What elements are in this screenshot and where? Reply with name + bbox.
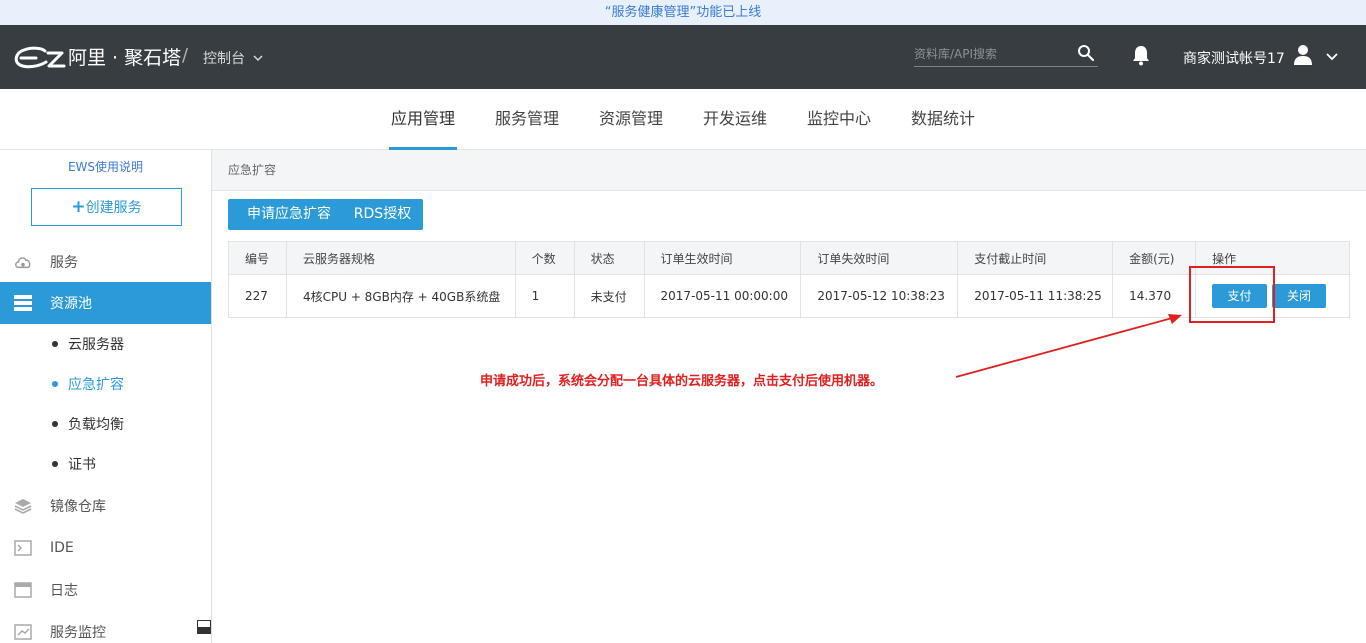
sidebar-subitem-label: 应急扩容 — [68, 377, 124, 393]
tab-resource-management[interactable]: 资源管理 — [597, 89, 665, 150]
account-name[interactable]: 商家测试帐号17 — [1183, 48, 1285, 68]
tab-app-management[interactable]: 应用管理 — [389, 89, 457, 150]
bullet-icon — [52, 461, 58, 467]
search-icon[interactable] — [1077, 44, 1095, 66]
main-content: 应急扩容 申请应急扩容 RDS授权 编号 云服务器规格 个数 状态 订单生效时间… — [212, 150, 1366, 643]
console-label: 控制台 — [203, 51, 245, 67]
user-avatar-icon[interactable] — [1293, 44, 1313, 70]
monitor-icon — [14, 623, 32, 641]
tab-devops[interactable]: 开发运维 — [701, 89, 769, 150]
sidebar: EWS使用说明 +创建服务 服务 资源池 云服务器 应急扩容 负载均衡 证书 镜… — [0, 150, 212, 643]
table-header-row: 编号 云服务器规格 个数 状态 订单生效时间 订单失效时间 支付截止时间 金额(… — [228, 241, 1350, 275]
cell-end-time: 2017-05-12 10:38:23 — [800, 274, 959, 318]
sidebar-item-label: 服务 — [50, 255, 78, 271]
orders-table: 编号 云服务器规格 个数 状态 订单生效时间 订单失效时间 支付截止时间 金额(… — [228, 241, 1350, 318]
sidebar-subitem-cloud-server[interactable]: 云服务器 — [0, 324, 211, 364]
sidebar-item-label: 镜像仓库 — [50, 499, 106, 515]
create-service-label: 创建服务 — [85, 200, 142, 216]
rds-authorize-button[interactable]: RDS授权 — [342, 199, 423, 230]
column-header: 支付截止时间 — [957, 241, 1114, 275]
server-stack-icon — [14, 294, 32, 312]
bullet-icon — [52, 381, 58, 387]
announcement-bar[interactable]: “服务健康管理”功能已上线 — [0, 0, 1366, 25]
sidebar-item-resource-pool[interactable]: 资源池 — [0, 282, 211, 324]
column-header: 订单失效时间 — [800, 241, 959, 275]
sidebar-subitem-certificate[interactable]: 证书 — [0, 444, 211, 484]
brand-separator: / — [182, 45, 189, 66]
terminal-icon — [14, 539, 32, 557]
sidebar-subitem-label: 负载均衡 — [68, 417, 124, 433]
alibaba-logo-icon[interactable] — [12, 44, 66, 72]
search-box — [914, 43, 1098, 67]
sidebar-item-label: 日志 — [50, 583, 78, 599]
plus-icon: + — [71, 197, 86, 217]
search-input[interactable] — [914, 43, 1064, 65]
ews-help-link[interactable]: EWS使用说明 — [0, 158, 211, 175]
sidebar-item-label: 服务监控 — [50, 625, 106, 641]
bullet-icon — [52, 421, 58, 427]
bell-icon[interactable] — [1131, 44, 1151, 70]
sidebar-subitem-emergency-scaling[interactable]: 应急扩容 — [0, 364, 211, 404]
sidebar-item-service-monitor[interactable]: 服务监控 — [0, 611, 211, 643]
console-dropdown[interactable]: 控制台 — [203, 48, 263, 68]
column-header: 编号 — [228, 241, 287, 275]
cloud-icon — [14, 253, 32, 271]
top-bar: 阿里 · 聚石塔 / 控制台 商家测试帐号17 — [0, 25, 1366, 89]
column-header: 金额(元) — [1112, 241, 1197, 275]
log-icon — [14, 581, 32, 599]
column-header: 个数 — [514, 241, 575, 275]
tab-service-management[interactable]: 服务管理 — [493, 89, 561, 150]
create-service-button[interactable]: +创建服务 — [31, 188, 182, 226]
breadcrumb: 应急扩容 — [212, 150, 1366, 191]
annotation-arrow-icon — [950, 308, 1190, 387]
sidebar-item-image-repo[interactable]: 镜像仓库 — [0, 485, 211, 527]
cell-spec: 4核CPU + 8GB内存 + 40GB系统盘 — [285, 274, 516, 318]
cell-id: 227 — [228, 274, 287, 318]
sidebar-subitem-label: 证书 — [68, 457, 96, 473]
highlight-box — [1189, 266, 1275, 323]
bullet-icon — [52, 341, 58, 347]
tab-statistics[interactable]: 数据统计 — [909, 89, 977, 150]
sidebar-item-label: 资源池 — [50, 296, 92, 312]
sidebar-subitem-load-balancer[interactable]: 负载均衡 — [0, 404, 211, 444]
sidebar-item-label: IDE — [50, 540, 74, 556]
cell-start-time: 2017-05-11 00:00:00 — [643, 274, 802, 318]
sidebar-item-service[interactable]: 服务 — [0, 241, 211, 283]
brand-title[interactable]: 阿里 · 聚石塔 — [68, 43, 181, 70]
column-header: 云服务器规格 — [285, 241, 516, 275]
sidebar-item-logs[interactable]: 日志 — [0, 569, 211, 611]
cell-status: 未支付 — [573, 274, 645, 318]
sidebar-subitem-label: 云服务器 — [68, 337, 124, 353]
column-header: 状态 — [573, 241, 645, 275]
close-order-button[interactable]: 关闭 — [1272, 284, 1327, 308]
sidebar-item-ide[interactable]: IDE — [0, 527, 211, 569]
account-chevron-down-icon[interactable] — [1326, 50, 1338, 65]
sidebar-collapse-icon[interactable] — [197, 620, 211, 638]
layers-icon — [14, 497, 32, 515]
column-header: 订单生效时间 — [643, 241, 802, 275]
tab-monitoring[interactable]: 监控中心 — [805, 89, 873, 150]
apply-emergency-scaling-button[interactable]: 申请应急扩容 — [228, 199, 350, 230]
chevron-down-icon — [253, 54, 263, 62]
annotation-text: 申请成功后，系统会分配一台具体的云服务器，点击支付后使用机器。 — [480, 374, 884, 389]
main-nav: 应用管理 服务管理 资源管理 开发运维 监控中心 数据统计 — [0, 89, 1366, 150]
cell-count: 1 — [514, 274, 575, 318]
